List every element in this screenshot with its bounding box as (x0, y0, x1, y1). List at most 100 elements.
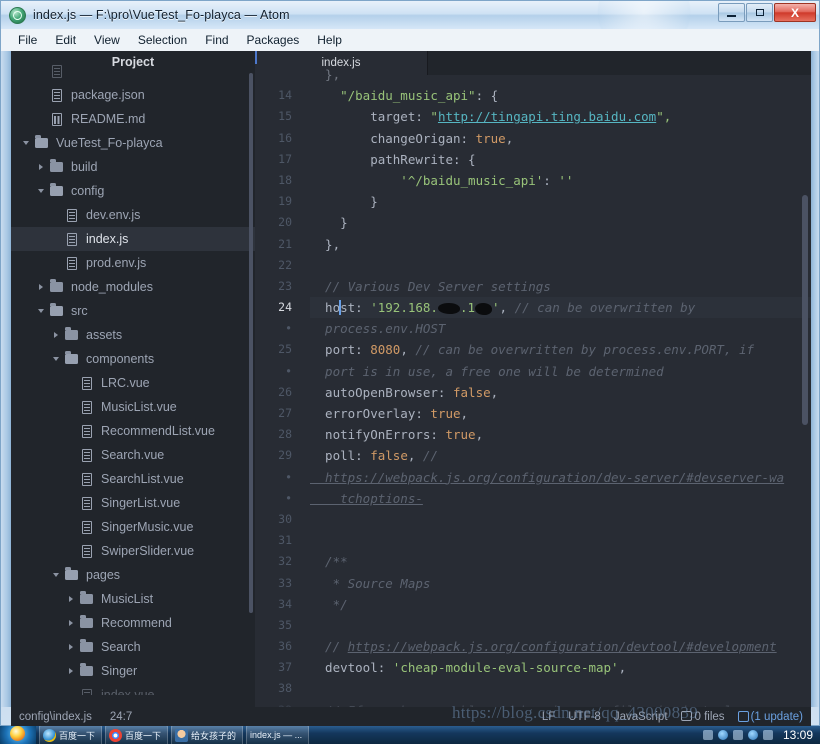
chevron-down-icon[interactable] (34, 189, 48, 193)
menu-find[interactable]: Find (196, 31, 237, 49)
menu-packages[interactable]: Packages (238, 31, 309, 49)
code-line[interactable]: /** (310, 551, 811, 572)
status-grammar[interactable]: JavaScript (614, 711, 668, 723)
code-line[interactable] (310, 678, 811, 699)
tree-item-package-json[interactable]: package.json (11, 83, 255, 107)
title-bar[interactable]: index.js — F:\pro\VueTest_Fo-playca — At… (1, 1, 819, 29)
code-area[interactable]: 14 15 16 17 18 19 20 21 22 23 24 • 25 • 26 27 28 29 • • 30 31… (255, 64, 811, 707)
chevron-right-icon[interactable] (34, 284, 48, 290)
start-button[interactable] (0, 726, 36, 744)
menu-selection[interactable]: Selection (129, 31, 196, 49)
tree-scrollbar[interactable] (249, 73, 253, 613)
code-line[interactable]: * Source Maps (310, 573, 811, 594)
code-content[interactable]: }, "/baidu_music_api": { target: "http:/… (301, 64, 811, 707)
taskbar-item-atom[interactable]: index.js — ... (246, 726, 310, 744)
code-line[interactable]: }, (310, 234, 811, 255)
chevron-down-icon[interactable] (19, 141, 33, 145)
tree-item-src[interactable]: src (11, 299, 255, 323)
status-file-path[interactable]: config\index.js (19, 711, 92, 723)
chevron-down-icon[interactable] (34, 309, 48, 313)
tree-item-musiclist-vue[interactable]: MusicList.vue (11, 395, 255, 419)
taskbar-item-ie[interactable]: 百度一下 (39, 726, 103, 744)
tree-item-vuetest-fo-playca[interactable]: VueTest_Fo-playca (11, 131, 255, 155)
minimize-button[interactable] (718, 3, 745, 22)
tree-item-swiperslider-vue[interactable]: SwiperSlider.vue (11, 539, 255, 563)
tree-item-components[interactable]: components (11, 347, 255, 371)
tree-item-pages[interactable]: pages (11, 563, 255, 587)
chevron-right-icon[interactable] (64, 620, 78, 626)
menu-file[interactable]: File (9, 31, 46, 49)
tray-icon-network[interactable] (717, 730, 728, 740)
tray-icon-ime[interactable] (702, 730, 713, 740)
maximize-button[interactable] (746, 3, 773, 22)
menu-view[interactable]: View (85, 31, 129, 49)
chevron-down-icon[interactable] (49, 573, 63, 577)
status-encoding[interactable]: UTF-8 (568, 711, 601, 723)
code-line[interactable]: '^/baidu_music_api': '' (310, 170, 811, 191)
tree-item-searchlist-vue[interactable]: SearchList.vue (11, 467, 255, 491)
code-line[interactable]: }, (310, 64, 811, 85)
tree-item-prod-env-js[interactable]: prod.env.js (11, 251, 255, 275)
tree-item-singer[interactable]: Singer (11, 659, 255, 683)
code-line[interactable]: devtool: 'cheap-module-eval-source-map', (310, 657, 811, 678)
code-line[interactable]: notifyOnErrors: true, (310, 424, 811, 445)
chevron-right-icon[interactable] (34, 164, 48, 170)
status-cursor-position[interactable]: 24:7 (110, 711, 132, 723)
tree-item-readme-md[interactable]: README.md (11, 107, 255, 131)
code-line[interactable]: "/baidu_music_api": { (310, 85, 811, 106)
code-line[interactable]: port: 8080, // can be overwritten by pro… (310, 339, 811, 360)
chevron-right-icon[interactable] (64, 596, 78, 602)
code-line[interactable]: // If you have problems debugging vue-fi… (310, 700, 811, 707)
tree-item-clipped-0[interactable] (11, 59, 255, 83)
status-line-ending[interactable]: LF (542, 711, 555, 723)
editor-vertical-scrollbar[interactable] (802, 195, 808, 425)
code-line[interactable]: // Various Dev Server settings (310, 276, 811, 297)
tree-item-assets[interactable]: assets (11, 323, 255, 347)
close-button[interactable]: X (774, 3, 816, 22)
taskbar-item-person[interactable]: 给女孩子的 (171, 726, 244, 744)
status-updates[interactable]: (1 update) (737, 710, 803, 723)
menu-help[interactable]: Help (308, 31, 351, 49)
menu-edit[interactable]: Edit (46, 31, 85, 49)
tree-item-singermusic-vue[interactable]: SingerMusic.vue (11, 515, 255, 539)
code-line[interactable]: // https://webpack.js.org/configuration/… (310, 636, 811, 657)
chevron-down-icon[interactable] (49, 357, 63, 361)
project-tree-list[interactable]: package.json README.md VueTest_Fo-playca bu… (11, 59, 255, 695)
tree-item-search-vue[interactable]: Search.vue (11, 443, 255, 467)
code-line[interactable]: autoOpenBrowser: false, (310, 382, 811, 403)
code-line[interactable] (310, 255, 811, 276)
code-line[interactable]: errorOverlay: true, (310, 403, 811, 424)
code-line[interactable]: host: '192.168. .1 ', // can be overwritte… (310, 297, 811, 319)
code-line[interactable]: pathRewrite: { (310, 149, 811, 170)
chevron-right-icon[interactable] (64, 668, 78, 674)
code-line[interactable]: */ (310, 594, 811, 615)
tree-item-recommendlist-vue[interactable]: RecommendList.vue (11, 419, 255, 443)
tree-item-index-vue[interactable]: index.vue (11, 683, 255, 695)
code-line[interactable]: https://webpack.js.org/configuration/dev… (310, 467, 811, 488)
tree-item-node-modules[interactable]: node_modules (11, 275, 255, 299)
chevron-right-icon[interactable] (64, 644, 78, 650)
code-line[interactable]: process.env.HOST (310, 318, 811, 339)
status-git-changes[interactable]: 0 files (680, 710, 725, 723)
tray-icon-sound[interactable] (732, 730, 743, 740)
tree-item-musiclist[interactable]: MusicList (11, 587, 255, 611)
chevron-right-icon[interactable] (49, 332, 63, 338)
code-line[interactable]: } (310, 212, 811, 233)
tree-item-recommend[interactable]: Recommend (11, 611, 255, 635)
tree-item-index-js[interactable]: index.js (11, 227, 255, 251)
taskbar-item-chrome[interactable]: 百度一下 (105, 726, 169, 744)
code-line[interactable]: poll: false, // (310, 445, 811, 466)
tree-item-singerlist-vue[interactable]: SingerList.vue (11, 491, 255, 515)
taskbar-clock[interactable]: 13:09 (777, 728, 820, 742)
code-line[interactable] (310, 615, 811, 636)
tree-item-lrc-vue[interactable]: LRC.vue (11, 371, 255, 395)
tree-item-dev-env-js[interactable]: dev.env.js (11, 203, 255, 227)
tree-item-build[interactable]: build (11, 155, 255, 179)
code-line[interactable] (310, 509, 811, 530)
code-line[interactable]: changeOrigan: true, (310, 128, 811, 149)
code-line[interactable]: } (310, 191, 811, 212)
code-line[interactable]: tchoptions- (310, 488, 811, 509)
code-line[interactable]: target: "http://tingapi.ting.baidu.com", (310, 106, 811, 127)
code-line[interactable]: port is in use, a free one will be deter… (310, 361, 811, 382)
tree-item-search[interactable]: Search (11, 635, 255, 659)
